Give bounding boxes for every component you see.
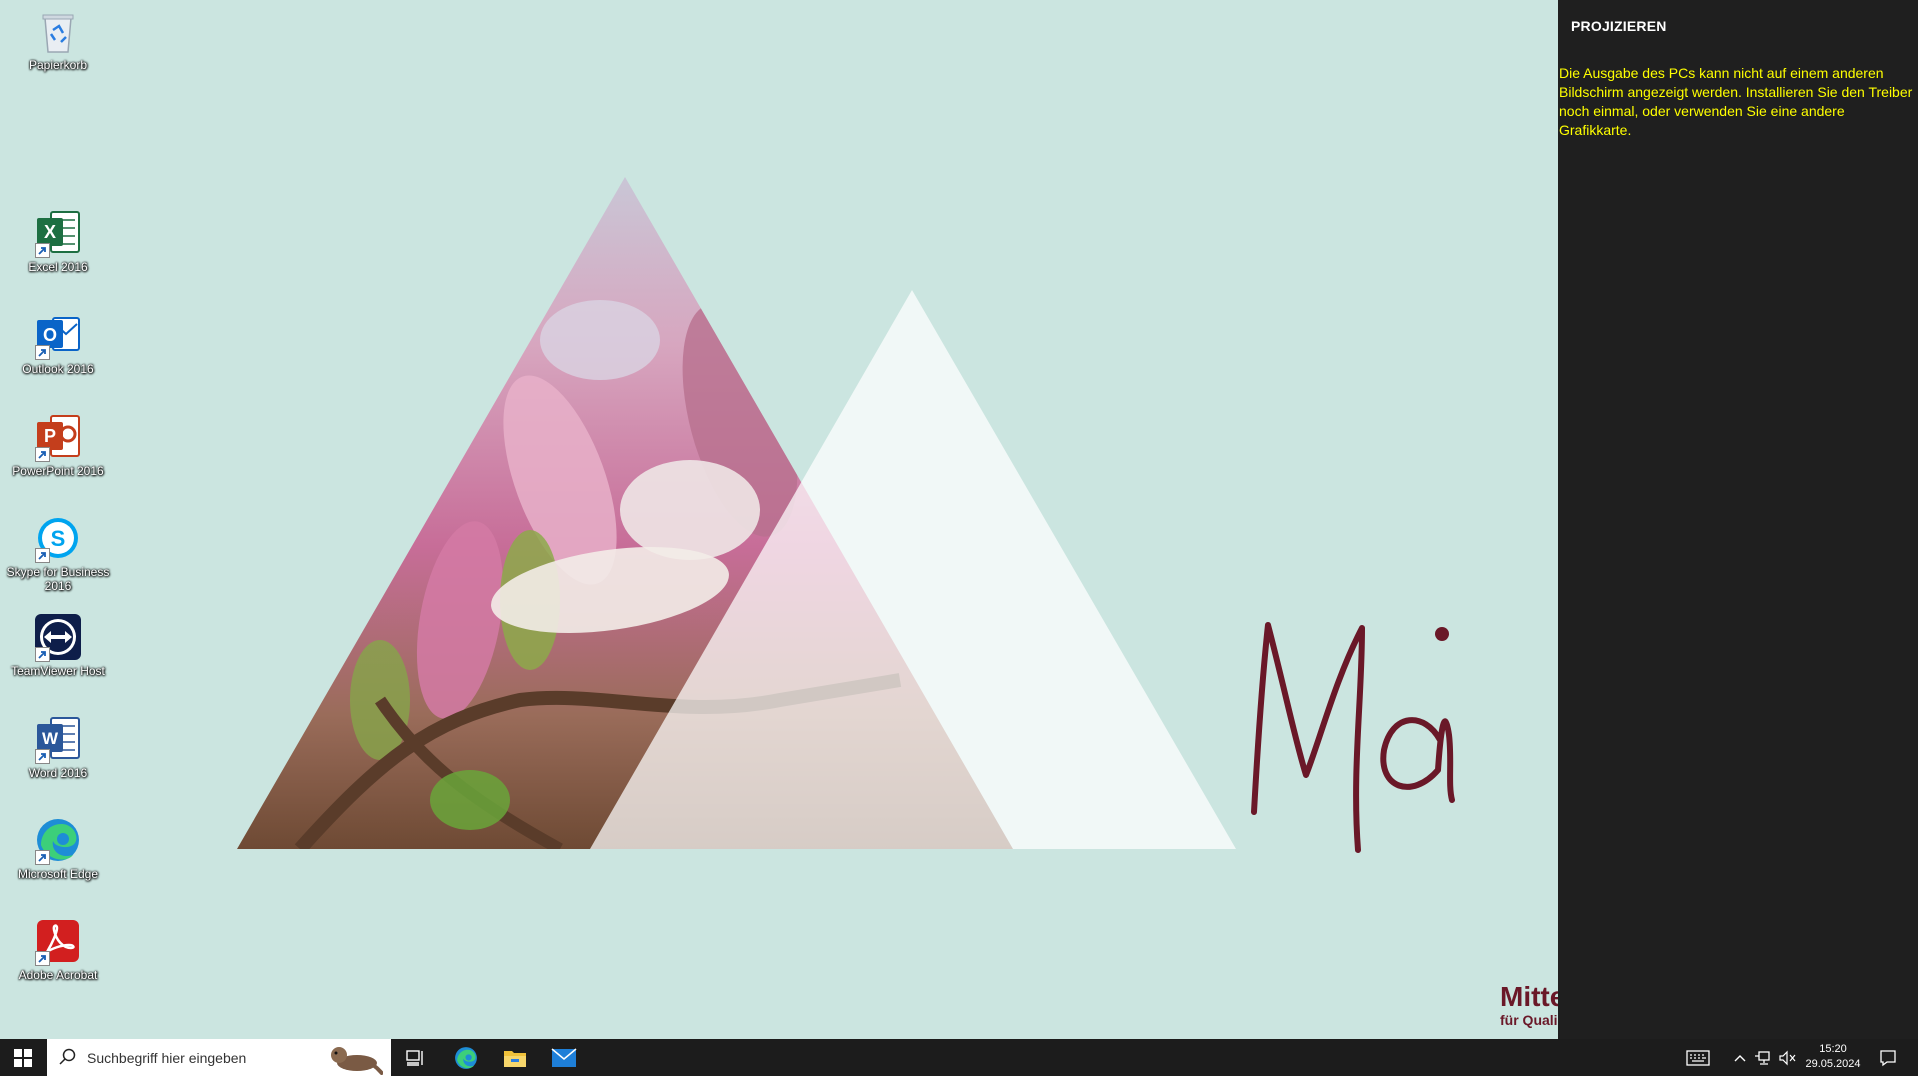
taskbar-edge-button[interactable] xyxy=(446,1039,486,1076)
shortcut-arrow-icon xyxy=(35,647,50,662)
svg-text:O: O xyxy=(43,325,57,345)
edge-icon xyxy=(455,1046,477,1069)
touch-keyboard-button[interactable] xyxy=(1682,1039,1714,1076)
volume-button[interactable] xyxy=(1776,1039,1798,1076)
desktop-icon-label: PowerPoint 2016 xyxy=(12,464,104,478)
desktop-icon-recycle-bin[interactable]: Papierkorb xyxy=(6,6,110,72)
desktop-icon-label: Word 2016 xyxy=(28,766,88,780)
wallpaper: Mai xyxy=(237,177,1455,853)
shortcut-arrow-icon xyxy=(35,951,50,966)
task-view-button[interactable] xyxy=(396,1039,436,1076)
network-icon xyxy=(1755,1050,1770,1065)
edge-icon xyxy=(33,815,83,865)
project-panel-title: PROJIZIEREN xyxy=(1571,18,1667,34)
desktop-icon-label: TeamViewer Host xyxy=(11,664,105,678)
brand-line-1: Mitte xyxy=(1500,981,1558,1012)
clock-time: 15:20 xyxy=(1819,1043,1847,1055)
word-icon: W xyxy=(33,714,83,764)
desktop-icon-outlook[interactable]: O Outlook 2016 xyxy=(6,310,110,376)
show-hidden-icons-button[interactable] xyxy=(1730,1039,1750,1076)
shortcut-arrow-icon xyxy=(35,447,50,462)
outlook-icon: O xyxy=(33,310,83,360)
acrobat-icon xyxy=(33,916,83,966)
desktop-icon-label: Adobe Acrobat xyxy=(18,968,98,982)
excel-icon: X xyxy=(33,208,83,258)
svg-text:W: W xyxy=(42,729,59,748)
chevron-up-icon xyxy=(1734,1054,1746,1061)
desktop-icon-excel[interactable]: X Excel 2016 xyxy=(6,208,110,274)
skype-icon: S xyxy=(33,513,83,563)
desktop-icon-edge[interactable]: Microsoft Edge xyxy=(6,815,110,881)
desktop-icon-label: Microsoft Edge xyxy=(17,867,99,881)
search-highlight-otter-icon xyxy=(331,1047,383,1075)
file-explorer-icon xyxy=(504,1050,526,1067)
taskbar-mail-button[interactable] xyxy=(544,1039,584,1076)
desktop-icon-label: Papierkorb xyxy=(28,58,88,72)
shortcut-arrow-icon xyxy=(35,749,50,764)
svg-text:S: S xyxy=(51,526,66,551)
desktop: Mai Papierkorb X Excel 2016 O Outlook 20… xyxy=(0,0,1558,1039)
svg-text:P: P xyxy=(44,426,56,446)
taskbar-file-explorer-button[interactable] xyxy=(495,1039,535,1076)
desktop-icon-label: Excel 2016 xyxy=(28,260,88,274)
brand-line-2: für Quali xyxy=(1500,1012,1558,1028)
powerpoint-icon: P xyxy=(33,412,83,462)
project-panel-error-message: Die Ausgabe des PCs kann nicht auf einem… xyxy=(1559,65,1913,138)
wallpaper-script-text: Mai xyxy=(1350,849,1352,851)
desktop-icon-teamviewer[interactable]: TeamViewer Host xyxy=(6,612,110,678)
keyboard-icon xyxy=(1686,1049,1710,1066)
desktop-icon-label: Outlook 2016 xyxy=(22,362,94,376)
desktop-icon-powerpoint[interactable]: P PowerPoint 2016 xyxy=(6,412,110,478)
taskbar-clock[interactable]: 15:20 29.05.2024 xyxy=(1800,1042,1866,1072)
network-status-button[interactable] xyxy=(1752,1039,1774,1076)
volume-muted-icon xyxy=(1779,1050,1796,1065)
windows-logo-icon xyxy=(14,1048,32,1067)
recycle-bin-icon xyxy=(33,6,83,56)
wallpaper-brand-text: Mitte für Quali xyxy=(1500,981,1558,1029)
shortcut-arrow-icon xyxy=(35,345,50,360)
taskbar: Suchbegriff hier eingeben 15:20 29.05.20… xyxy=(0,1039,1918,1076)
start-button[interactable] xyxy=(0,1039,46,1076)
action-center-button[interactable] xyxy=(1872,1039,1904,1076)
task-view-icon xyxy=(406,1049,423,1066)
taskbar-search-box[interactable]: Suchbegriff hier eingeben xyxy=(47,1039,391,1076)
notification-icon xyxy=(1880,1049,1896,1066)
desktop-icon-skype[interactable]: S Skype for Business 2016 xyxy=(6,513,110,593)
search-icon xyxy=(59,1048,76,1065)
svg-text:X: X xyxy=(44,222,56,242)
mail-icon xyxy=(551,1047,577,1067)
shortcut-arrow-icon xyxy=(35,243,50,258)
shortcut-arrow-icon xyxy=(35,850,50,865)
search-placeholder: Suchbegriff hier eingeben xyxy=(87,1050,247,1066)
teamviewer-icon xyxy=(33,612,83,662)
desktop-icon-label: Skype for Business 2016 xyxy=(6,565,110,593)
desktop-icon-word[interactable]: W Word 2016 xyxy=(6,714,110,780)
clock-date: 29.05.2024 xyxy=(1805,1058,1861,1070)
project-panel: PROJIZIEREN Die Ausgabe des PCs kann nic… xyxy=(1558,0,1918,1039)
shortcut-arrow-icon xyxy=(35,548,50,563)
desktop-icon-acrobat[interactable]: Adobe Acrobat xyxy=(6,916,110,982)
